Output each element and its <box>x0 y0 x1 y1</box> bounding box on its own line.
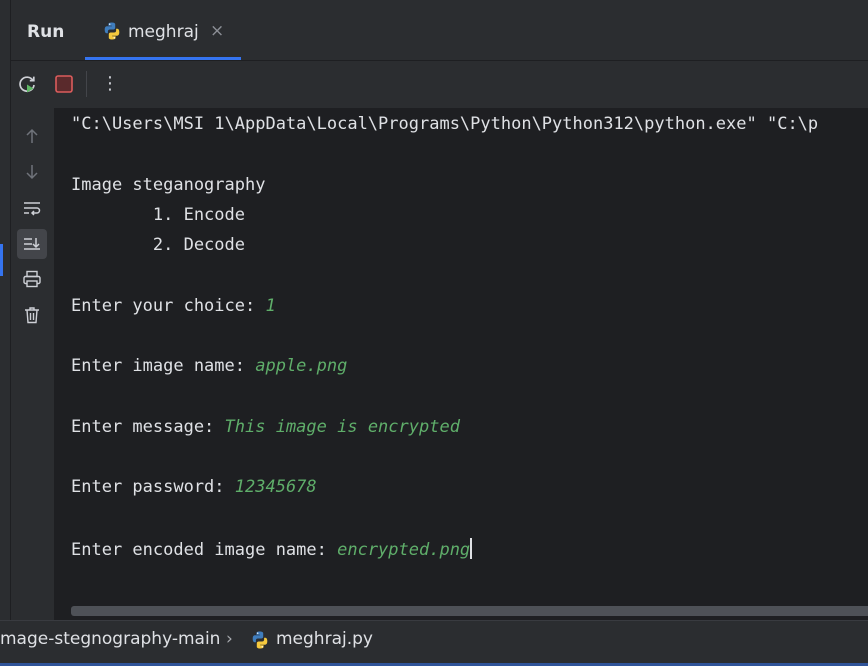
scroll-up-button[interactable] <box>17 121 47 151</box>
close-icon[interactable]: × <box>210 21 224 41</box>
active-tab-underline <box>85 57 241 60</box>
encoded-name-prompt: Enter encoded image name: <box>71 540 338 560</box>
password-line: Enter password: 12345678 <box>71 477 317 497</box>
python-icon <box>252 631 268 649</box>
message-line: Enter message: This image is encrypted <box>71 417 460 437</box>
scroll-to-end-icon <box>24 238 40 250</box>
image-name-line: Enter image name: apple.png <box>71 356 347 376</box>
console-actions-gutter <box>11 108 54 620</box>
python-icon <box>104 22 120 40</box>
menu-option-encode: 1. Encode <box>71 205 245 225</box>
text-caret <box>470 538 473 559</box>
toolbar-separator <box>86 71 87 97</box>
menu-option-decode: 2. Decode <box>71 235 245 255</box>
more-options-button[interactable]: ⋮ <box>99 73 121 95</box>
rerun-button[interactable] <box>16 73 38 95</box>
run-tab-bar: Run meghraj × <box>11 2 868 61</box>
image-name-prompt: Enter image name: <box>71 356 256 376</box>
choice-line: Enter your choice: 1 <box>71 296 276 316</box>
horizontal-scrollbar[interactable] <box>71 606 868 616</box>
navigation-bar: mage-stegnography-main › meghraj.py <box>0 620 868 666</box>
run-panel-title: Run <box>27 22 65 42</box>
arrow-up-icon <box>26 128 38 143</box>
run-command-line: "C:\Users\MSI 1\AppData\Local\Programs\P… <box>71 114 819 134</box>
stop-button[interactable] <box>53 73 75 95</box>
tab-meghraj[interactable]: meghraj × <box>85 2 241 60</box>
choice-prompt: Enter your choice: <box>71 296 266 316</box>
encoded-name-line[interactable]: Enter encoded image name: encrypted.png <box>71 538 473 560</box>
choice-input: 1 <box>265 296 276 316</box>
message-input: This image is encrypted <box>224 417 460 437</box>
console-output[interactable]: "C:\Users\MSI 1\AppData\Local\Programs\P… <box>55 108 868 620</box>
scroll-down-button[interactable] <box>17 157 47 187</box>
active-tool-indicator <box>0 244 3 276</box>
tab-label: meghraj <box>128 22 199 42</box>
message-prompt: Enter message: <box>71 417 225 437</box>
rerun-icon <box>19 76 35 93</box>
kebab-icon: ⋮ <box>101 73 119 94</box>
tool-window-stripe <box>0 0 11 620</box>
password-input: 12345678 <box>234 477 317 497</box>
chevron-right-icon: › <box>226 629 233 649</box>
breadcrumb-file[interactable]: meghraj.py <box>276 629 373 649</box>
soft-wrap-button[interactable] <box>17 193 47 223</box>
menu-title: Image steganography <box>71 175 266 195</box>
breadcrumb-project[interactable]: mage-stegnography-main <box>0 629 220 649</box>
image-name-input: apple.png <box>255 356 348 376</box>
trash-icon <box>25 307 39 324</box>
scroll-to-end-button[interactable] <box>17 229 47 259</box>
encoded-name-input: encrypted.png <box>337 540 471 560</box>
print-button[interactable] <box>17 264 47 294</box>
stop-icon <box>55 75 73 93</box>
printer-icon <box>23 270 41 288</box>
clear-all-button[interactable] <box>17 300 47 330</box>
password-prompt: Enter password: <box>71 477 235 497</box>
run-toolbar: ⋮ <box>11 61 868 108</box>
arrow-down-icon <box>26 165 38 180</box>
soft-wrap-icon <box>24 202 41 216</box>
